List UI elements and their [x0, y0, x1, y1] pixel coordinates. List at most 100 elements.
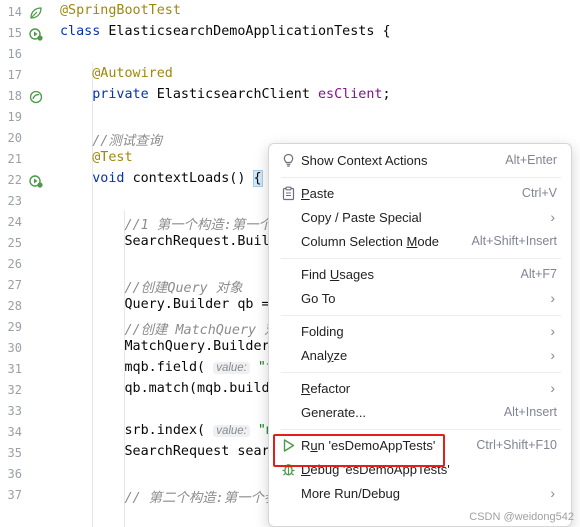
code-line[interactable]: 18 private ElasticsearchClient esClient;: [0, 86, 580, 107]
menu-item-label: Find Usages: [301, 267, 374, 282]
line-number: 24: [7, 215, 22, 229]
code-token: //1 第一个构造:第一个参: [124, 218, 286, 233]
menu-item-analyze[interactable]: Analyze ›: [275, 344, 567, 368]
code-token: @Autowired: [92, 66, 173, 81]
menu-item-shortcut: Alt+Shift+Insert: [471, 234, 557, 248]
line-number: 26: [7, 257, 22, 271]
menu-item-label: Go To: [301, 291, 336, 306]
line-number: 37: [7, 488, 22, 502]
code-text: //1 第一个构造:第一个参: [60, 213, 286, 233]
line-number: 20: [7, 131, 22, 145]
code-token: ElasticsearchClient: [156, 87, 318, 102]
menu-item-column-selection-mode[interactable]: Column Selection Mode Alt+Shift+Insert: [275, 230, 567, 254]
menu-separator: [281, 258, 561, 259]
menu-item-shortcut: Ctrl+Shift+F10: [476, 438, 557, 452]
code-token: void: [92, 171, 133, 186]
code-text: @Test: [60, 150, 133, 165]
menu-item-label: Folding: [301, 324, 344, 339]
code-token: MatchQuery.Builder: [60, 339, 278, 354]
menu-item-label: Refactor: [301, 381, 351, 396]
code-token: ElasticsearchDemoApplicationTests {: [108, 24, 391, 39]
line-number: 34: [7, 425, 22, 439]
line-number: 17: [7, 68, 22, 82]
code-text: qb.match(mqb.build(: [60, 381, 277, 396]
code-line[interactable]: 14 @SpringBootTest: [0, 2, 580, 23]
code-text: SearchRequest.Build: [60, 234, 277, 249]
menu-separator: [281, 177, 561, 178]
menu-item-generate[interactable]: Generate... Alt+Insert: [275, 401, 567, 425]
menu-item-refactor[interactable]: Refactor ›: [275, 377, 567, 401]
code-token: value:: [213, 362, 250, 374]
chevron-right-icon: ›: [550, 485, 555, 501]
spring-bean-icon: [29, 89, 43, 104]
lightbulb-icon: [281, 153, 296, 168]
run-test-gutter-icon[interactable]: [29, 173, 43, 188]
menu-item-paste[interactable]: Paste Ctrl+V: [275, 182, 567, 206]
line-number: 31: [7, 362, 22, 376]
menu-item-label: Analyze: [301, 348, 348, 363]
menu-item-folding[interactable]: Folding ›: [275, 320, 567, 344]
line-number: 19: [7, 110, 22, 124]
code-token: //测试查询: [92, 134, 162, 149]
watermark: CSDN @weidong542: [469, 511, 574, 523]
menu-item-go-to[interactable]: Go To ›: [275, 287, 567, 311]
menu-item-shortcut: Alt+Enter: [505, 153, 557, 167]
code-text: //创建 MatchQuery 对: [60, 318, 278, 338]
code-token: srb.index(: [60, 423, 214, 438]
code-line[interactable]: 19: [0, 107, 580, 128]
menu-separator: [281, 315, 561, 316]
code-line[interactable]: 17 @Autowired: [0, 65, 580, 86]
chevron-right-icon: ›: [550, 323, 555, 339]
code-token: //创建Query 对象: [124, 281, 243, 296]
code-text: // 第二个构造:第一个参: [60, 486, 278, 506]
line-number: 23: [7, 194, 22, 208]
line-number: 29: [7, 320, 22, 334]
code-token: value:: [213, 425, 250, 437]
code-line[interactable]: 16: [0, 44, 580, 65]
line-number: 16: [7, 47, 22, 61]
menu-item-label: Generate...: [301, 405, 367, 420]
code-token: // 第二个构造:第一个参: [124, 491, 278, 506]
line-number: 25: [7, 236, 22, 250]
chevron-right-icon: ›: [550, 380, 555, 396]
menu-item-label: Show Context Actions: [301, 153, 428, 168]
line-number: 21: [7, 152, 22, 166]
spring-leaf-icon: [29, 5, 43, 19]
code-token: @Test: [92, 150, 133, 165]
menu-item-label: Copy / Paste Special: [301, 210, 422, 225]
line-number: 14: [7, 5, 22, 19]
line-number: 32: [7, 383, 22, 397]
menu-item-label: More Run/Debug: [301, 486, 400, 501]
menu-item-show-context-actions[interactable]: Show Context Actions Alt+Enter: [275, 149, 567, 173]
code-token: //创建 MatchQuery 对: [124, 323, 278, 338]
menu-item-find-usages[interactable]: Find Usages Alt+F7: [275, 263, 567, 287]
code-text: @Autowired: [60, 66, 173, 81]
menu-separator: [281, 372, 561, 373]
code-text: @SpringBootTest: [60, 3, 181, 18]
run-test-gutter-icon[interactable]: [29, 26, 43, 41]
code-token: contextLoads(): [132, 171, 254, 186]
code-text: srb.index( value: "my: [60, 423, 282, 438]
menu-item-shortcut: Ctrl+V: [521, 186, 557, 200]
line-number: 22: [7, 173, 22, 187]
code-text: class ElasticsearchDemoApplicationTests …: [60, 24, 391, 39]
menu-item-more-run-debug[interactable]: More Run/Debug ›: [275, 482, 567, 506]
code-text: Query.Builder qb =: [60, 297, 278, 312]
line-number: 15: [7, 26, 22, 40]
code-token: SearchRequest searc: [60, 444, 278, 459]
code-token: private: [92, 87, 157, 102]
code-line[interactable]: 15 class ElasticsearchDemoApplicationTest…: [0, 23, 580, 44]
menu-item-copy-paste-special[interactable]: Copy / Paste Special ›: [275, 206, 567, 230]
code-text: MatchQuery.Builder: [60, 339, 278, 354]
code-text: mqb.field( value: "ti: [60, 360, 282, 375]
line-number: 35: [7, 446, 22, 460]
chevron-right-icon: ›: [550, 290, 555, 306]
clipboard-icon: [281, 186, 296, 201]
